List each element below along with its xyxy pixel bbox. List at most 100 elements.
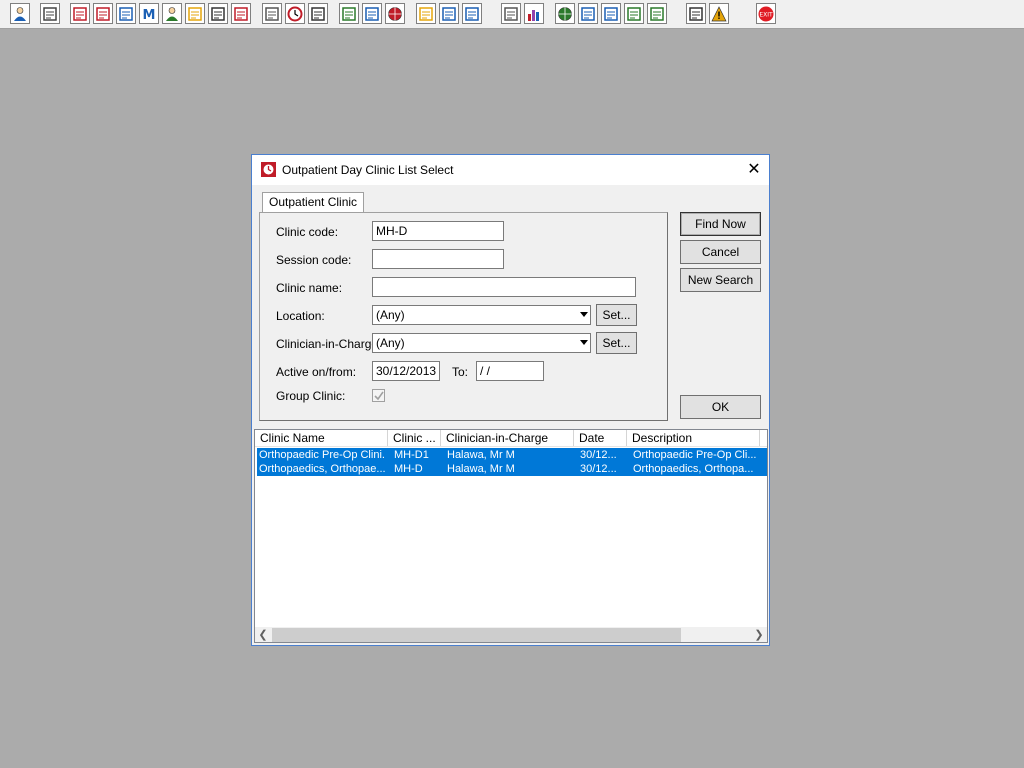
clinician-select[interactable]: (Any) [372,333,591,353]
clinician-set-button[interactable]: Set... [596,332,637,354]
active-from-input[interactable]: 30/12/2013 [372,361,440,381]
notepad-icon [188,6,202,21]
toolbar-button-check-list[interactable] [578,3,598,24]
ok-button[interactable]: OK [680,395,761,419]
svg-text:EXIT: EXIT [759,11,773,18]
list-header: Clinic Name Clinic ... Clinician-in-Char… [255,430,767,447]
toolbar-button-upload[interactable] [647,3,667,24]
new-search-button[interactable]: New Search [680,268,761,292]
list-icon [119,6,133,21]
toolbar-button-notepad[interactable] [185,3,205,24]
red-book-icon [73,6,87,21]
toolbar-button-ambulance[interactable] [462,3,482,24]
location-set-button[interactable]: Set... [596,304,637,326]
ambulance-icon [465,6,479,21]
column-header-clinic-name[interactable]: Clinic Name [255,430,388,446]
printer-icon [43,6,57,21]
column-header-description[interactable]: Description [627,430,760,446]
scroll-left-icon[interactable]: ❮ [257,629,269,641]
toolbar-button-refresh[interactable] [385,3,405,24]
session-code-input[interactable] [372,249,504,269]
horizontal-scrollbar[interactable]: ❮ ❯ [255,627,767,642]
toolbar-button-letter-m[interactable]: M [139,3,159,24]
toolbar-button-bar-chart[interactable] [524,3,544,24]
toolbar-button-red-book[interactable] [70,3,90,24]
checkmark-icon [374,391,384,401]
chevron-down-icon [580,312,588,317]
row-description: Orthopaedics, Orthopa... [633,463,754,475]
doctor-icon [166,6,178,21]
check-doc-icon [604,6,618,21]
toolbar-button-car[interactable] [439,3,459,24]
to-label: To: [452,365,469,379]
warning-icon [711,5,727,21]
scroll-right-icon[interactable]: ❯ [753,629,765,641]
row-clinic-name: Orthopaedics, Orthopae... [259,463,385,475]
toolbar-button-document[interactable] [501,3,521,24]
table-row[interactable]: Orthopaedics, Orthopae... MH-D Halawa, M… [257,462,767,476]
toolbar-button-chart[interactable] [339,3,359,24]
toolbar-button-warning[interactable] [709,3,729,24]
flag-red-icon [234,6,248,21]
toolbar-button-clock[interactable] [285,3,305,24]
clinic-name-input[interactable] [372,277,636,297]
car-icon [442,6,456,21]
bar-chart-icon [528,9,539,21]
group-clinic-checkbox[interactable] [372,389,385,402]
toolbar-button-window[interactable] [308,3,328,24]
close-icon[interactable]: ✕ [744,161,764,179]
clinic-results-list[interactable]: Clinic Name Clinic ... Clinician-in-Char… [254,429,768,643]
clock-icon [287,6,303,21]
toolbar-button-printer[interactable] [40,3,60,24]
toolbar-button-person[interactable] [10,3,30,24]
row-clinician: Halawa, Mr M [447,449,515,461]
to-date-input[interactable]: / / [476,361,544,381]
column-header-date[interactable]: Date [574,430,627,446]
find-now-button[interactable]: Find Now [680,212,761,236]
clinician-value: (Any) [376,336,405,350]
toolbar-button-screen[interactable] [362,3,382,24]
window-icon [311,6,325,21]
toolbar-button-flag[interactable] [208,3,228,24]
person-icon [14,6,26,21]
cancel-button[interactable]: Cancel [680,240,761,264]
dialog-titlebar: Outpatient Day Clinic List Select ✕ [252,155,769,185]
scrollbar-thumb[interactable] [272,628,681,642]
location-select[interactable]: (Any) [372,305,591,325]
toolbar-button-note[interactable] [416,3,436,24]
form-edit-icon [96,6,110,21]
toolbar-button-flag-red[interactable] [231,3,251,24]
chart-icon [342,6,356,21]
toolbar-button-download[interactable] [624,3,644,24]
toolbar-button-form-edit[interactable] [93,3,113,24]
active-from-label: Active on/from: [276,365,357,379]
toolbar-button-globe[interactable] [555,3,575,24]
clinic-name-label: Clinic name: [276,281,343,295]
letter-m-icon: M [143,8,156,22]
toolbar-button-transfer[interactable] [686,3,706,24]
location-value: (Any) [376,308,405,322]
location-label: Location: [276,309,325,323]
row-clinic-name: Orthopaedic Pre-Op Clini... [259,449,385,461]
chevron-down-icon [580,340,588,345]
document-icon [504,6,518,21]
table-row[interactable]: Orthopaedic Pre-Op Clini... MH-D1 Halawa… [257,448,767,462]
envelope-icon [265,6,279,21]
clinic-code-input[interactable]: MH-D [372,221,504,241]
note-icon [419,6,433,21]
refresh-icon [388,6,402,21]
column-header-clinic-code[interactable]: Clinic ... [388,430,441,446]
clinic-clock-icon [261,162,276,177]
exit-icon: EXIT [758,6,774,21]
transfer-icon [689,6,703,21]
session-code-label: Session code: [276,253,352,267]
tab-outpatient-clinic[interactable]: Outpatient Clinic [262,192,365,212]
toolbar-button-exit[interactable]: EXIT [756,3,776,24]
group-clinic-label: Group Clinic: [276,389,346,403]
toolbar-button-check-doc[interactable] [601,3,621,24]
row-date: 30/12... [580,463,617,475]
toolbar-button-list[interactable] [116,3,136,24]
toolbar-button-doctor[interactable] [162,3,182,24]
column-header-clinician[interactable]: Clinician-in-Charge [441,430,574,446]
toolbar-button-envelope[interactable] [262,3,282,24]
